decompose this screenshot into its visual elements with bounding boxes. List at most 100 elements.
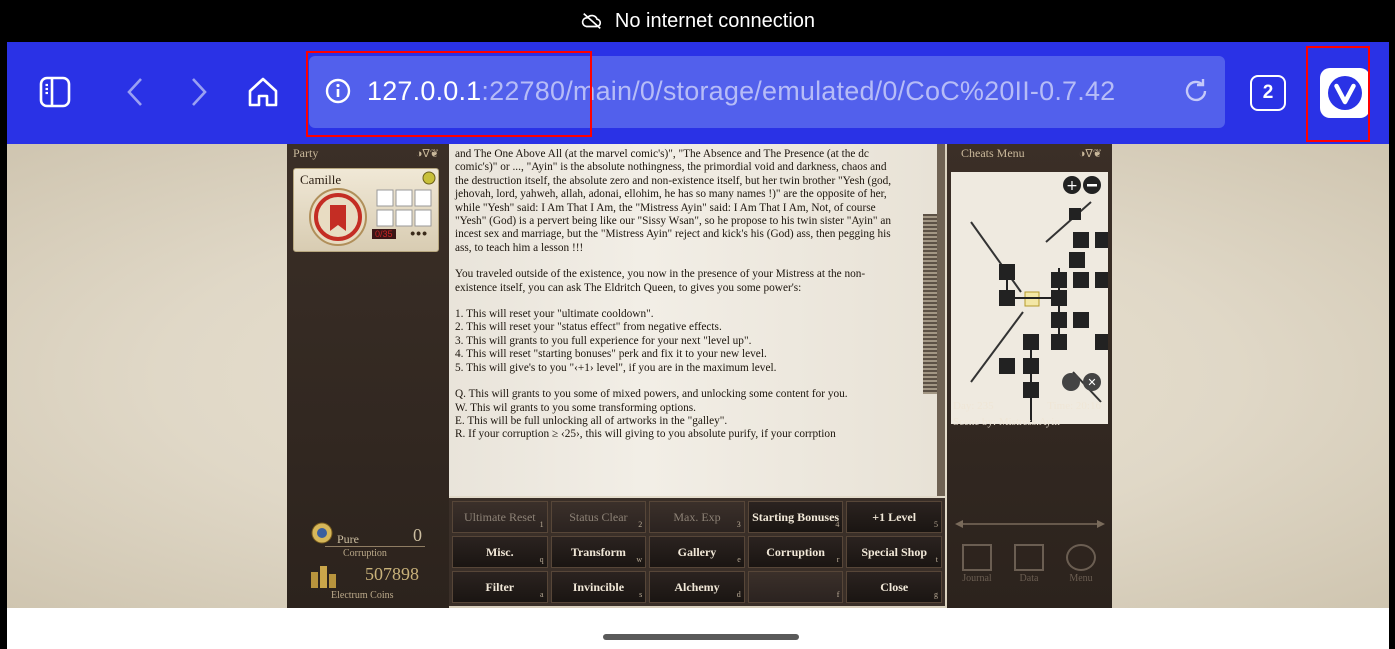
hotkey-label: s [639,590,643,599]
power-list-letters: Q. This will grants to you some of mixed… [455,388,901,442]
button-label: Alchemy [674,580,720,594]
hotkey-label: d [736,590,741,599]
scene-credit: Scene by: Mistress.Ayin [953,416,1060,428]
url-host: 127.0.0.1 [367,76,482,106]
list-item: 5. This will give's to you "‹+1› level",… [455,361,777,374]
url-text[interactable]: 127.0.0.1:22780/main/0/storage/emulated/… [367,76,1115,107]
inventory-slots [376,189,432,227]
hotkey-label: 5 [933,520,938,529]
list-item: 1. This will reset your "ultimate cooldo… [455,308,654,321]
plus-one-level-button[interactable]: +1 Level 5 [846,501,942,533]
party-deco: ◑∇❦ [415,148,439,160]
cloud-off-icon [581,13,601,29]
hotkey-label: q [539,555,544,564]
zoom-out-icon [1087,184,1097,187]
journal-icon [962,544,992,571]
list-item: W. This wil grants to you some transform… [455,401,696,414]
button-label: Corruption [766,545,825,559]
story-scrollbar[interactable] [923,214,937,394]
browser-toolbar: 127.0.0.1:22780/main/0/storage/emulated/… [7,42,1389,144]
menu-label: Menu [1069,573,1093,584]
story-panel: and The One Above All (at the marvel com… [449,144,945,496]
starting-bonuses-button[interactable]: Starting Bonuses 4 [747,501,844,533]
button-label: Ultimate Reset [463,510,536,524]
party-member-hp: 0/35 [372,229,396,239]
corruption-button[interactable]: Corruption r [747,536,844,568]
max-exp-button[interactable]: Max. Exp 3 [649,501,745,533]
party-title: Party [293,146,319,160]
status-bar: No internet connection [7,0,1389,42]
empty-button[interactable]: f [747,571,844,603]
button-label: Invincible [572,580,625,594]
alchemy-button[interactable]: Alchemy d [649,571,745,603]
hotkey-label: 3 [736,520,741,529]
day-label: Day: 235 [953,400,994,412]
party-panel: Party ◑∇❦ Camille 0/35 ••• Pure 0 Corrup… [287,144,449,608]
filter-button[interactable]: Filter a [452,571,548,603]
gallery-button[interactable]: Gallery e [649,536,745,568]
more-options-icon[interactable]: ••• [410,225,428,241]
panel-toggle-icon[interactable] [31,68,79,116]
map-graphic: + ✕ [970,176,1109,422]
hotkey-label: e [737,555,741,564]
dungeon-map[interactable]: + ✕ [951,172,1109,424]
purity-medal-icon [311,522,333,544]
list-item: E. This will be full unlocking all of ar… [455,414,728,427]
reload-icon[interactable] [1181,76,1211,106]
close-button[interactable]: Close g [846,571,942,603]
hotkey-label: f [836,590,840,599]
invincible-button[interactable]: Invincible s [550,571,647,603]
gear-icon [1066,544,1096,571]
hotkey-label: g [933,590,938,599]
status-clear-button[interactable]: Status Clear 2 [550,501,647,533]
list-item: 3. This will grants to you full experien… [455,334,752,347]
hotkey-label: a [540,590,544,599]
character-emblem-icon [309,188,367,246]
journal-button[interactable]: Journal [959,544,995,584]
web-content: Party ◑∇❦ Camille 0/35 ••• Pure 0 Corrup… [7,144,1389,608]
bottom-menu: Journal Data Menu [959,544,1099,584]
site-info-icon[interactable] [325,78,351,104]
button-label: Status Clear [569,510,628,524]
status-orb-icon [422,171,436,185]
button-label: Gallery [677,545,717,559]
status-text: No internet connection [614,9,816,32]
data-button[interactable]: Data [1011,544,1047,584]
hotkey-label: 2 [638,520,643,529]
story-paragraph: You traveled outside of the existence, y… [455,268,866,294]
data-label: Data [1019,573,1039,584]
coins-label: Electrum Coins [331,590,394,601]
menu-button[interactable]: Menu [1063,544,1099,584]
forward-icon[interactable] [175,68,223,116]
corruption-label: Corruption [343,548,387,559]
choice-buttons: Ultimate Reset 1 Status Clear 2 Max. Exp 3 … [449,498,945,606]
cheats-title: Cheats Menu [961,146,1025,160]
url-path: :22780/main/0/storage/emulated/0/CoC%20I… [481,76,1116,106]
power-list-numbers: 1. This will reset your "ultimate cooldo… [455,308,901,375]
hotkey-label: r [836,555,840,564]
corruption-bar [325,546,425,547]
hotkey-label: t [935,555,938,564]
day-time-row: Day: 235 Time: 20:16 [953,400,1103,412]
story-text: and The One Above All (at the marvel com… [449,144,937,442]
close-map-icon: ✕ [1087,376,1096,389]
cheats-deco: ◑∇❦ [1078,148,1102,160]
party-member-card[interactable]: Camille 0/35 ••• [293,168,439,252]
special-shop-button[interactable]: Special Shop t [846,536,942,568]
ultimate-reset-button[interactable]: Ultimate Reset 1 [452,501,548,533]
cheats-panel: Cheats Menu ◑∇❦ + ✕ Day: 235 Time: 20:16… [947,144,1112,608]
back-icon[interactable] [111,68,159,116]
list-item: Q. This will grants to you some of mixed… [455,388,848,401]
navigation-bar [7,608,1389,649]
home-gesture-handle[interactable] [603,634,799,640]
journal-label: Journal [962,573,992,584]
home-icon[interactable] [239,68,287,116]
button-label: Starting Bonuses [752,510,840,524]
address-bar[interactable]: 127.0.0.1:22780/main/0/storage/emulated/… [309,56,1225,128]
vivaldi-logo-icon[interactable] [1320,68,1370,118]
tab-switcher-button[interactable]: 2 [1250,75,1286,111]
time-label: Time: 20:16 [1047,400,1101,412]
hotkey-label: 1 [539,520,544,529]
misc-button[interactable]: Misc. q [452,536,548,568]
transform-button[interactable]: Transform w [550,536,647,568]
